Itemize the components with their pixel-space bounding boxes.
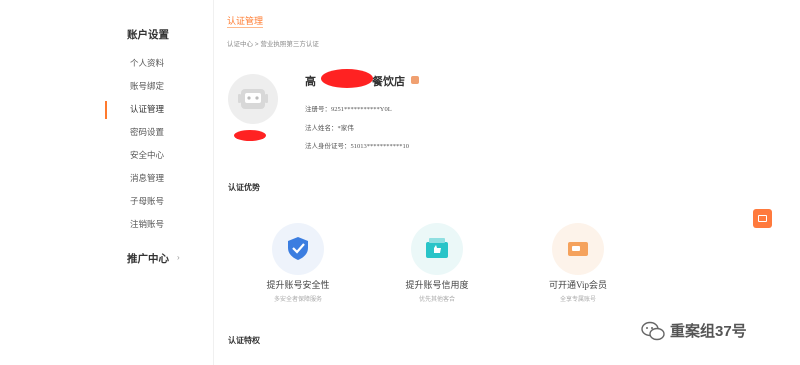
company-name-prefix: 高: [305, 76, 316, 88]
legal-representative-name: 法人姓名：*家伟: [305, 125, 354, 132]
divider: [213, 0, 214, 365]
benefit-description: 多安全者保障服务: [273, 297, 322, 303]
account-settings-menu: 账户设置 个人资料 账号绑定 认证管理 密码设置 安全中心 消息管理 子母账号 …: [105, 15, 200, 285]
active-indicator: [105, 101, 107, 119]
tab-underline: [227, 27, 263, 28]
company-name-suffix: 餐饮店: [372, 76, 405, 88]
benefit-label: 提升账号信用度: [405, 280, 469, 290]
sidebar-item-sub-accounts[interactable]: 子母账号: [130, 195, 164, 207]
sidebar-item-verification[interactable]: 认证管理: [130, 103, 164, 115]
company-name: 高 餐饮店: [305, 73, 405, 89]
tab-verification-management[interactable]: 认证管理: [227, 14, 263, 27]
card-icon: [758, 215, 767, 222]
watermark-text: 重案组37号: [670, 323, 747, 340]
sidebar-item-profile[interactable]: 个人资料: [130, 57, 164, 69]
sidebar-item-account-binding[interactable]: 账号绑定: [130, 80, 164, 92]
benefit-description: 优先其他客合: [418, 297, 455, 303]
sidebar-title: 账户设置: [127, 29, 169, 41]
benefit-description: 全享专属账号: [559, 297, 596, 303]
sidebar-item-messages[interactable]: 消息管理: [130, 172, 164, 184]
avatar: [228, 74, 278, 124]
sidebar-item-password[interactable]: 密码设置: [130, 126, 164, 138]
benefit-label: 可开通Vip会员: [549, 280, 607, 290]
redaction-mark: [234, 130, 266, 141]
sidebar: 账户设置 个人资料 账号绑定 认证管理 密码设置 安全中心 消息管理 子母账号 …: [0, 0, 200, 365]
redaction-mark: [321, 69, 373, 88]
breadcrumb: 认证中心 > 营业执照第三方认证: [227, 41, 319, 48]
registration-number: 注册号：9251***********Y0L: [305, 106, 392, 113]
chevron-right-icon[interactable]: ›: [177, 253, 180, 262]
sidebar-item-security[interactable]: 安全中心: [130, 149, 164, 161]
floating-contact-button[interactable]: [753, 209, 772, 228]
sidebar-item-deactivate[interactable]: 注销账号: [130, 218, 164, 230]
shield-check-icon: [288, 237, 308, 260]
promotion-center-link[interactable]: 推广中心: [127, 251, 169, 266]
thumbs-up-icon: [426, 238, 448, 258]
vip-card-icon: [568, 242, 588, 256]
privileges-title: 认证特权: [228, 336, 260, 345]
robot-avatar-icon: [238, 89, 268, 109]
benefit-label: 提升账号安全性: [266, 280, 330, 290]
wechat-icon: [641, 321, 665, 341]
benefits-title: 认证优势: [228, 183, 260, 192]
legal-representative-id: 法人身份证号：51013***********10: [305, 143, 409, 150]
verified-badge-icon: [411, 76, 419, 84]
